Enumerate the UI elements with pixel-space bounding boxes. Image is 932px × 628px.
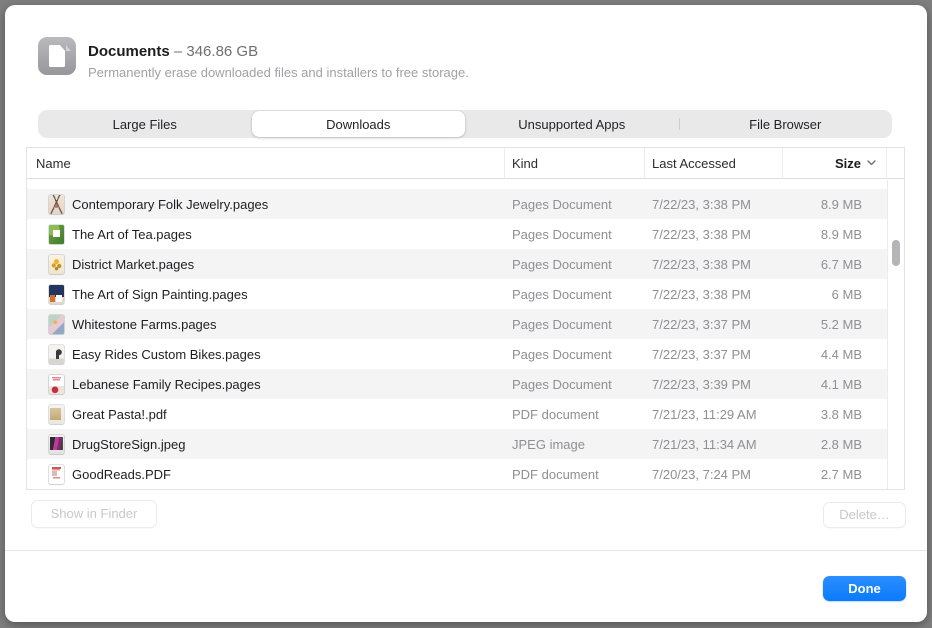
- file-last-accessed: 7/20/23, 7:24 PM: [645, 467, 783, 482]
- file-thumbnail-icon: [43, 465, 69, 484]
- scrollbar-track[interactable]: [887, 180, 904, 489]
- file-thumbnail-icon: [43, 195, 69, 214]
- file-thumbnail-icon: [43, 225, 69, 244]
- file-last-accessed: 7/22/23, 3:37 PM: [645, 317, 783, 332]
- segment-divider: [679, 118, 680, 130]
- show-in-finder-button[interactable]: Show in Finder: [31, 500, 157, 528]
- file-name: Lebanese Family Recipes.pages: [72, 377, 261, 392]
- category-storage-size: – 346.86 GB: [174, 43, 258, 60]
- document-fold-corner: [66, 45, 71, 51]
- file-last-accessed: 7/22/23, 3:38 PM: [645, 227, 783, 242]
- file-name: Contemporary Folk Jewelry.pages: [72, 197, 268, 212]
- file-size: 3.8 MB: [783, 407, 887, 422]
- table-row[interactable]: The Art of Sign Painting.pages Pages Doc…: [27, 279, 887, 309]
- file-kind: Pages Document: [505, 377, 645, 392]
- table-row[interactable]: The Art of Tea.pages Pages Document 7/22…: [27, 219, 887, 249]
- file-last-accessed: 7/22/23, 3:39 PM: [645, 377, 783, 392]
- file-list: Contemporary Folk Jewelry.pages Pages Do…: [27, 180, 887, 489]
- file-thumbnail-icon: [43, 315, 69, 334]
- page-title: Documents – 346.86 GB: [88, 43, 258, 60]
- delete-button[interactable]: Delete…: [823, 502, 906, 528]
- file-size: 5.2 MB: [783, 317, 887, 332]
- file-thumbnail-icon: [43, 345, 69, 364]
- table-row[interactable]: Whitestone Farms.pages Pages Document 7/…: [27, 309, 887, 339]
- file-name: DrugStoreSign.jpeg: [72, 437, 185, 452]
- file-thumbnail-icon: [43, 435, 69, 454]
- table-row[interactable]: Contemporary Folk Jewelry.pages Pages Do…: [27, 189, 887, 219]
- tab-file-browser[interactable]: File Browser: [679, 110, 893, 138]
- file-kind: PDF document: [505, 407, 645, 422]
- file-size: 6 MB: [783, 287, 887, 302]
- storage-management-dialog: Documents – 346.86 GB Permanently erase …: [5, 5, 927, 622]
- column-header-kind[interactable]: Kind: [505, 148, 645, 178]
- column-header-size[interactable]: Size: [783, 148, 887, 178]
- file-name: The Art of Tea.pages: [72, 227, 192, 242]
- file-name: Great Pasta!.pdf: [72, 407, 167, 422]
- file-kind: PDF document: [505, 467, 645, 482]
- table-row[interactable]: Lebanese Family Recipes.pages Pages Docu…: [27, 369, 887, 399]
- file-last-accessed: 7/22/23, 3:38 PM: [645, 257, 783, 272]
- table-row[interactable]: Great Pasta!.pdf PDF document 7/21/23, 1…: [27, 399, 887, 429]
- file-thumbnail-icon: [43, 285, 69, 304]
- file-size: 4.4 MB: [783, 347, 887, 362]
- file-kind: Pages Document: [505, 197, 645, 212]
- file-last-accessed: 7/22/23, 3:38 PM: [645, 197, 783, 212]
- file-name: Easy Rides Custom Bikes.pages: [72, 347, 261, 362]
- file-last-accessed: 7/22/23, 3:37 PM: [645, 347, 783, 362]
- category-name: Documents: [88, 43, 170, 60]
- table-row[interactable]: DrugStoreSign.jpeg JPEG image 7/21/23, 1…: [27, 429, 887, 459]
- table-row[interactable]: GoodReads.PDF PDF document 7/20/23, 7:24…: [27, 459, 887, 489]
- tab-large-files[interactable]: Large Files: [38, 110, 252, 138]
- file-kind: Pages Document: [505, 257, 645, 272]
- file-last-accessed: 7/21/23, 11:29 AM: [645, 407, 783, 422]
- done-button[interactable]: Done: [823, 576, 906, 601]
- file-kind: Pages Document: [505, 287, 645, 302]
- file-size: 8.9 MB: [783, 227, 887, 242]
- column-header-last-accessed[interactable]: Last Accessed: [645, 148, 783, 178]
- file-thumbnail-icon: [43, 375, 69, 394]
- file-last-accessed: 7/21/23, 11:34 AM: [645, 437, 783, 452]
- file-thumbnail-icon: [43, 405, 69, 424]
- scrollbar-thumb[interactable]: [892, 240, 900, 266]
- footer-divider: [5, 550, 927, 551]
- tab-downloads[interactable]: Downloads: [252, 111, 466, 137]
- table-header: Name Kind Last Accessed Size: [27, 148, 904, 179]
- file-size: 4.1 MB: [783, 377, 887, 392]
- file-name: The Art of Sign Painting.pages: [72, 287, 248, 302]
- file-kind: Pages Document: [505, 347, 645, 362]
- page-subtitle: Permanently erase downloaded files and i…: [88, 65, 469, 80]
- file-name: Whitestone Farms.pages: [72, 317, 217, 332]
- table-row[interactable]: District Market.pages Pages Document 7/2…: [27, 249, 887, 279]
- tab-unsupported-apps[interactable]: Unsupported Apps: [465, 110, 679, 138]
- file-size: 6.7 MB: [783, 257, 887, 272]
- view-segmented-control: Large Files Downloads Unsupported Apps F…: [38, 110, 892, 138]
- table-row[interactable]: Easy Rides Custom Bikes.pages Pages Docu…: [27, 339, 887, 369]
- document-page-glyph: [49, 45, 65, 67]
- file-kind: Pages Document: [505, 227, 645, 242]
- file-kind: Pages Document: [505, 317, 645, 332]
- file-size: 2.7 MB: [783, 467, 887, 482]
- documents-category-icon: [38, 37, 76, 75]
- column-header-name[interactable]: Name: [27, 148, 505, 178]
- file-size: 8.9 MB: [783, 197, 887, 212]
- file-name: District Market.pages: [72, 257, 194, 272]
- file-last-accessed: 7/22/23, 3:38 PM: [645, 287, 783, 302]
- file-thumbnail-icon: [43, 255, 69, 274]
- chevron-down-icon: [867, 160, 876, 166]
- file-table: Name Kind Last Accessed Size Contemporar…: [26, 147, 905, 490]
- file-name: GoodReads.PDF: [72, 467, 171, 482]
- file-kind: JPEG image: [505, 437, 645, 452]
- file-size: 2.8 MB: [783, 437, 887, 452]
